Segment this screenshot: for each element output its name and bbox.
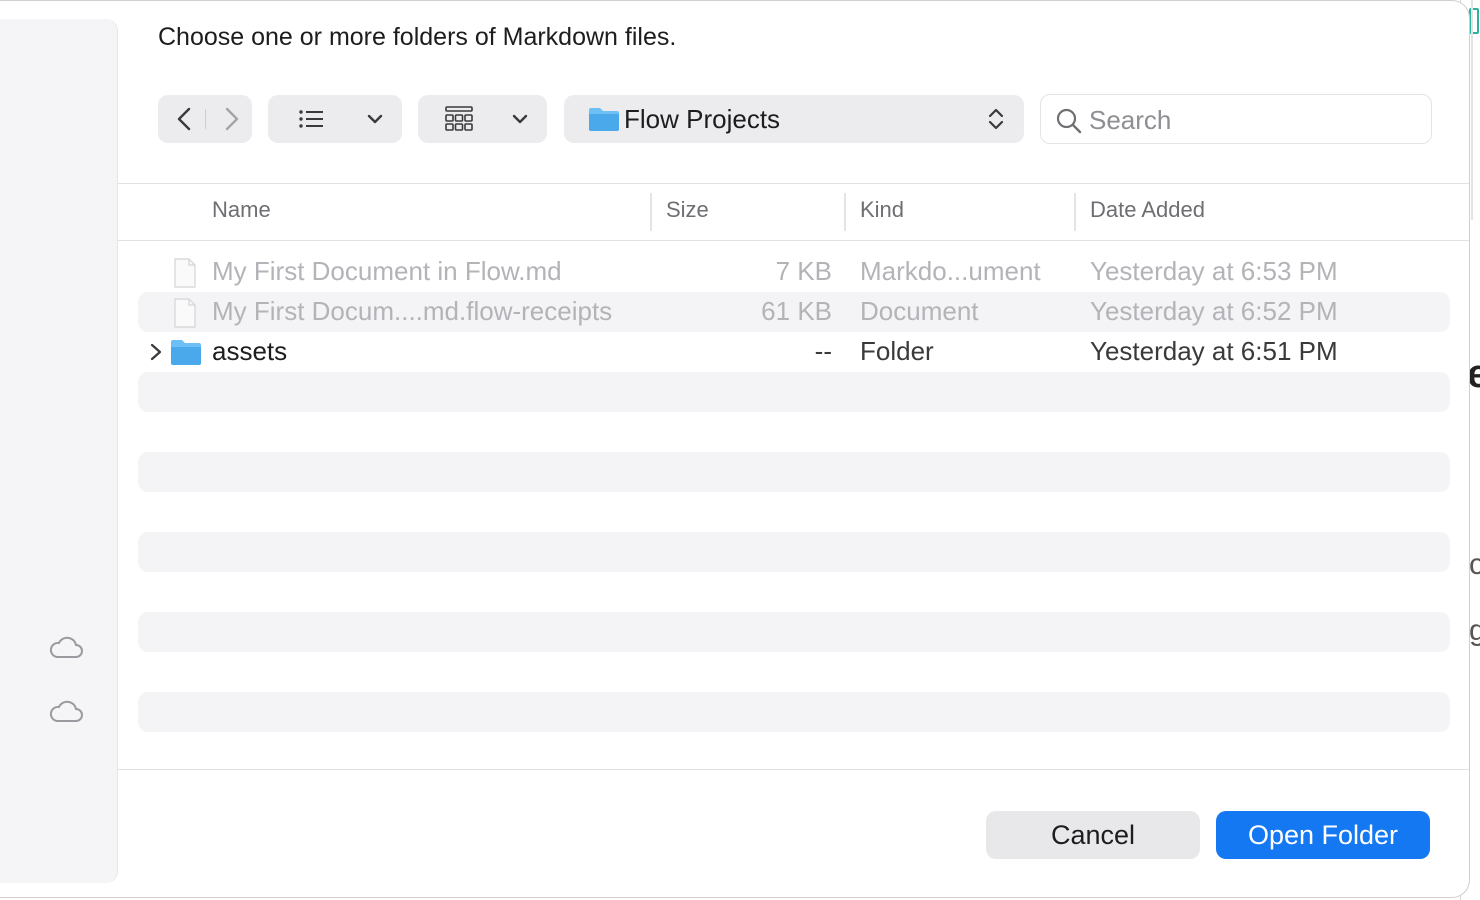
document-icon: [174, 258, 196, 288]
location-popup[interactable]: Flow Projects: [564, 95, 1024, 143]
column-header-name[interactable]: Name: [212, 197, 271, 223]
empty-row-stripe: [138, 452, 1450, 492]
disclosure-triangle-icon[interactable]: [146, 341, 166, 363]
icloud-icon[interactable]: [48, 635, 84, 661]
column-divider[interactable]: [844, 193, 846, 231]
empty-row-stripe: [138, 532, 1450, 572]
folder-icon: [589, 108, 619, 131]
grid-icon: [445, 106, 473, 131]
empty-row-stripe: [138, 692, 1450, 732]
group-by-button[interactable]: [418, 95, 547, 143]
folder-row[interactable]: assets -- Folder Yesterday at 6:51 PM: [138, 332, 1450, 372]
file-kind: Document: [860, 296, 979, 326]
file-row: My First Docum....md.flow-receipts 61 KB…: [138, 292, 1450, 332]
search-icon: [1056, 108, 1082, 134]
column-divider[interactable]: [650, 193, 652, 231]
column-divider[interactable]: [1074, 193, 1076, 231]
file-kind: Markdo...ument: [860, 256, 1041, 286]
file-date-added: Yesterday at 6:53 PM: [1090, 256, 1338, 286]
header-divider: [118, 240, 1469, 241]
chevron-right-icon[interactable]: [214, 103, 248, 135]
column-header-date-added[interactable]: Date Added: [1090, 197, 1205, 223]
chevron-down-icon[interactable]: [510, 109, 530, 129]
navigation-buttons: [158, 95, 252, 143]
background-app-divider: [1471, 0, 1473, 220]
dialog-prompt: Choose one or more folders of Markdown f…: [158, 23, 677, 51]
chevron-down-icon[interactable]: [365, 109, 385, 129]
icloud-icon[interactable]: [48, 699, 84, 725]
nav-separator: [205, 109, 206, 129]
file-name: My First Document in Flow.md: [212, 256, 562, 286]
cancel-button[interactable]: Cancel: [986, 811, 1200, 859]
file-date-added: Yesterday at 6:51 PM: [1090, 336, 1338, 366]
background-app-glyph: c: [1469, 548, 1480, 582]
file-size: 61 KB: [761, 296, 832, 326]
list-view-button[interactable]: [268, 95, 402, 143]
sidebar: [0, 19, 118, 883]
empty-row-stripe: [138, 612, 1450, 652]
column-header-size[interactable]: Size: [666, 197, 709, 223]
location-label: Flow Projects: [624, 104, 781, 134]
file-size: --: [814, 336, 832, 366]
search-field[interactable]: [1040, 94, 1432, 144]
folder-icon: [171, 340, 201, 365]
empty-row-stripe: [138, 372, 1450, 412]
list-icon: [299, 110, 323, 128]
chevron-left-icon[interactable]: [168, 103, 202, 135]
file-name: My First Docum....md.flow-receipts: [212, 296, 613, 326]
footer-divider: [118, 769, 1469, 770]
up-down-chevron-icon: [988, 108, 1004, 130]
file-name: assets: [212, 336, 288, 366]
search-input[interactable]: [1089, 104, 1419, 136]
toolbar-divider: [118, 183, 1469, 184]
column-header-kind[interactable]: Kind: [860, 197, 904, 223]
open-folder-dialog: Choose one or more folders of Markdown f…: [0, 0, 1470, 898]
file-size: 7 KB: [775, 256, 832, 286]
file-date-added: Yesterday at 6:52 PM: [1090, 296, 1338, 326]
file-kind: Folder: [860, 336, 934, 366]
background-app-glyph: g: [1469, 614, 1480, 648]
file-row: My First Document in Flow.md 7 KB Markdo…: [138, 252, 1450, 292]
open-folder-button[interactable]: Open Folder: [1216, 811, 1430, 859]
document-icon: [174, 298, 196, 328]
